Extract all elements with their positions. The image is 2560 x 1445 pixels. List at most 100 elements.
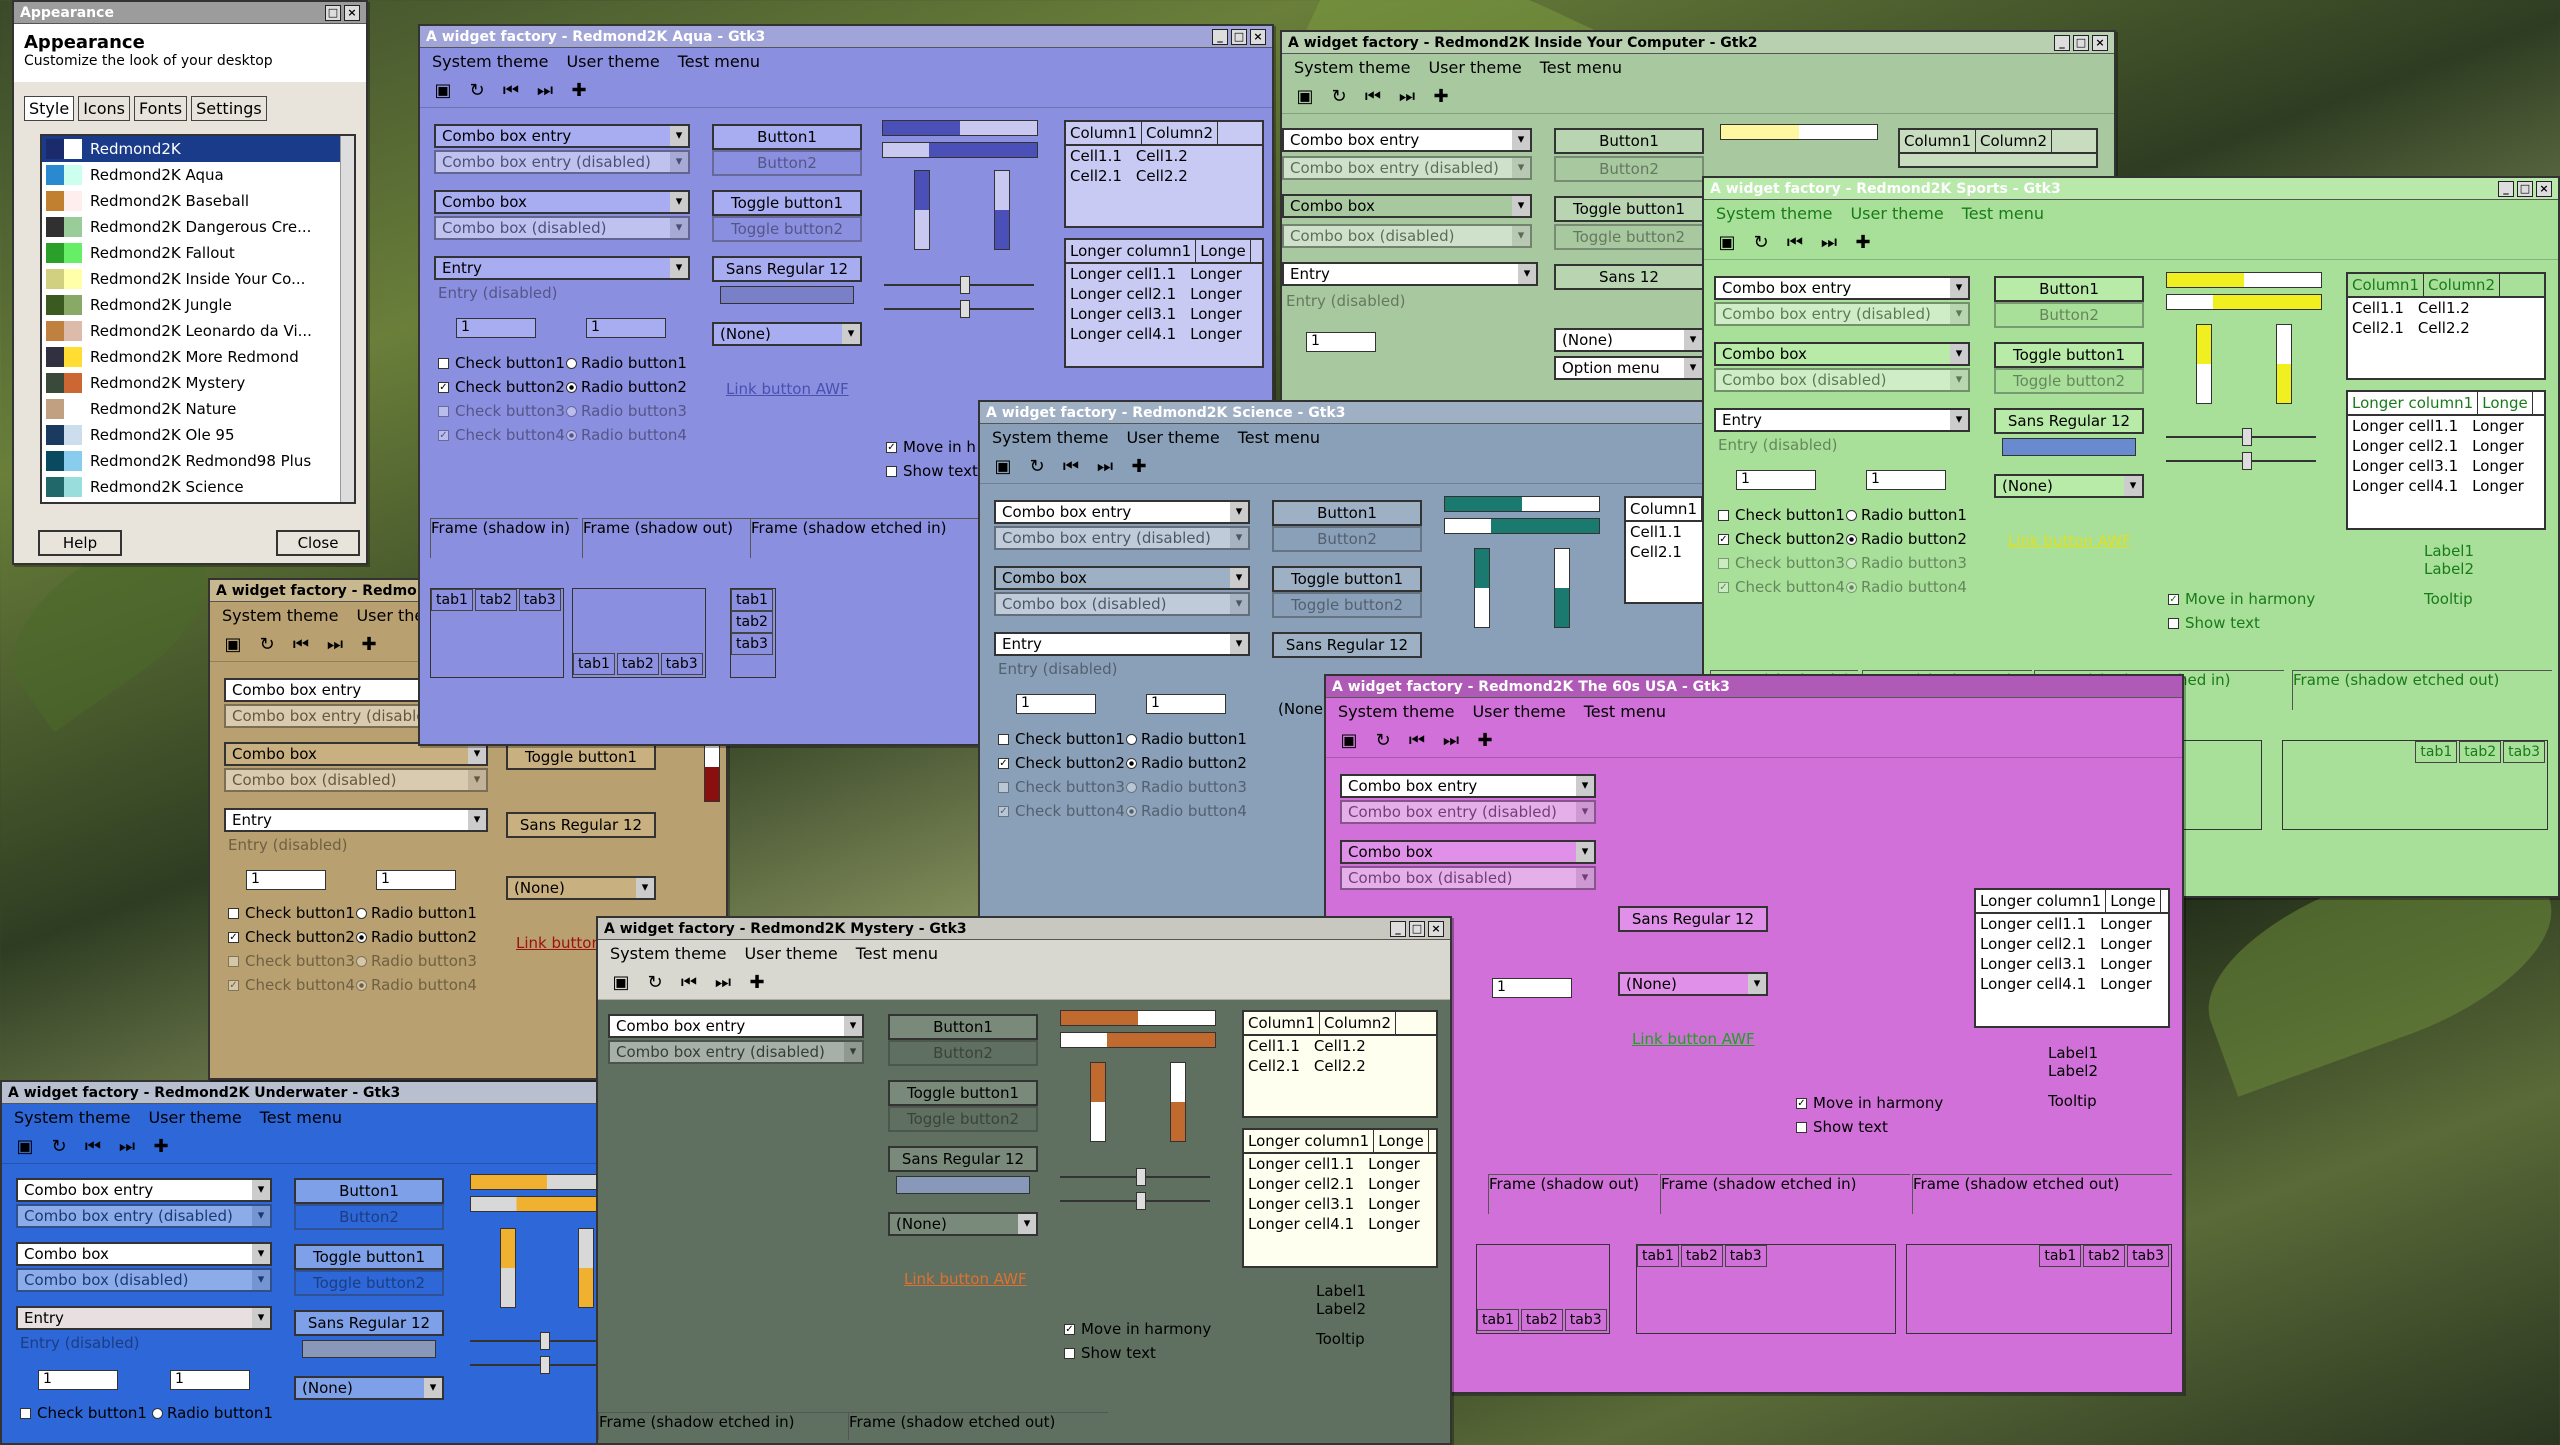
menu-system-theme[interactable]: System theme — [1338, 702, 1454, 721]
menu-system-theme[interactable]: System theme — [992, 428, 1108, 447]
spin-2[interactable]: 1 — [170, 1370, 250, 1390]
notebook-4[interactable]: tab1 tab2 tab3 — [1906, 1244, 2172, 1334]
add-icon[interactable]: ✚ — [1126, 454, 1152, 480]
menu-user-theme[interactable]: User theme — [148, 1108, 241, 1127]
font-button[interactable]: Sans Regular 12 — [712, 256, 862, 282]
combo-entry[interactable]: Combo box entry — [994, 500, 1250, 524]
check-button1[interactable]: Check button1 — [1718, 506, 1845, 524]
theme-item[interactable]: Redmond2K Redmond98 Plus — [42, 448, 354, 474]
close-button[interactable]: × — [2092, 34, 2108, 51]
combo-entry[interactable]: Combo box entry — [1282, 128, 1532, 152]
hslider-1[interactable] — [1060, 1168, 1210, 1186]
show-text[interactable]: Show text — [2168, 614, 2260, 632]
notebook-4[interactable]: tab1 tab2 tab3 — [2282, 740, 2548, 830]
link-button[interactable]: Link button AWF — [904, 1270, 1027, 1288]
link-button[interactable]: Link button AWF — [726, 380, 849, 398]
tree-view-long[interactable]: Longer column1Longe Longer cell1.1Longer… — [1064, 238, 1264, 368]
maximize-button[interactable]: □ — [1409, 920, 1425, 937]
menu-system-theme[interactable]: System theme — [610, 944, 726, 963]
button1[interactable]: Button1 — [1994, 276, 2144, 302]
spin-1[interactable]: 1 — [38, 1370, 118, 1390]
first-icon[interactable]: ⏮ — [288, 632, 314, 658]
file-chooser[interactable]: (None) — [888, 1212, 1038, 1236]
theme-item[interactable]: Redmond2K Fallout — [42, 240, 354, 266]
menu-test[interactable]: Test menu — [260, 1108, 342, 1127]
menu-user-theme[interactable]: User theme — [566, 52, 659, 71]
radio-button1[interactable]: Radio button1 — [566, 354, 687, 372]
theme-item[interactable]: Redmond2K Inside Your Co... — [42, 266, 354, 292]
refresh-icon[interactable]: ↻ — [1748, 230, 1774, 256]
check-button1[interactable]: Check button1 — [998, 730, 1125, 748]
menu-user-theme[interactable]: User theme — [744, 944, 837, 963]
check-button2[interactable]: ✓ Check button2 — [1718, 530, 1845, 548]
maximize-button[interactable]: □ — [1231, 28, 1247, 45]
add-icon[interactable]: ✚ — [566, 78, 592, 104]
combo-box[interactable]: Combo box — [434, 190, 690, 214]
theme-item[interactable]: Redmond2K Dangerous Cre... — [42, 214, 354, 240]
first-icon[interactable]: ⏮ — [1404, 728, 1430, 754]
spin-1[interactable]: 1 — [1736, 470, 1816, 490]
last-icon[interactable]: ⏭ — [322, 632, 348, 658]
last-icon[interactable]: ⏭ — [1816, 230, 1842, 256]
theme-item[interactable]: Redmond2K Baseball — [42, 188, 354, 214]
close-button[interactable]: × — [2536, 180, 2552, 197]
tree-view[interactable]: Column1Column2 Cell1.1Cell1.2 Cell2.1Cel… — [2346, 272, 2546, 380]
check-button2[interactable]: ✓ Check button2 — [998, 754, 1125, 772]
tab-fonts[interactable]: Fonts — [133, 96, 188, 121]
close-button[interactable]: × — [1428, 920, 1444, 937]
toggle-button1[interactable]: Toggle button1 — [1272, 566, 1422, 592]
save-icon[interactable]: ▣ — [12, 1134, 38, 1160]
help-button[interactable]: Help — [38, 530, 122, 556]
button1[interactable]: Button1 — [294, 1178, 444, 1204]
spin-1[interactable]: 1 — [1016, 694, 1096, 714]
save-icon[interactable]: ▣ — [220, 632, 246, 658]
maximize-button[interactable]: □ — [325, 4, 341, 21]
save-icon[interactable]: ▣ — [990, 454, 1016, 480]
color-button[interactable] — [720, 286, 854, 304]
toggle-button1[interactable]: Toggle button1 — [888, 1080, 1038, 1106]
radio-button2[interactable]: Radio button2 — [356, 928, 477, 946]
button1[interactable]: Button1 — [1272, 500, 1422, 526]
tree-view-long[interactable]: Longer column1Longe Longer cell1.1Longer… — [2346, 390, 2546, 530]
refresh-icon[interactable]: ↻ — [464, 78, 490, 104]
hslider-2[interactable] — [2166, 452, 2316, 470]
menu-test[interactable]: Test menu — [1962, 204, 2044, 223]
move-in-harmony[interactable]: ✓ Move in harmony — [1064, 1320, 1211, 1338]
spin-1[interactable]: 1 — [1306, 332, 1376, 352]
entry[interactable]: Entry — [434, 256, 690, 280]
toggle-button1[interactable]: Toggle button1 — [1994, 342, 2144, 368]
option-menu[interactable]: Option menu — [1554, 356, 1704, 380]
theme-item[interactable]: Redmond2K Ole 95 — [42, 422, 354, 448]
file-chooser[interactable]: (None) — [294, 1376, 444, 1400]
minimize-button[interactable]: _ — [2054, 34, 2070, 51]
toggle-button1[interactable]: Toggle button1 — [712, 190, 862, 216]
show-text[interactable]: Show text — [1796, 1118, 1888, 1136]
close-button[interactable]: × — [1250, 28, 1266, 45]
combo-box[interactable]: Combo box — [1714, 342, 1970, 366]
tab-style[interactable]: Style — [24, 96, 75, 121]
maximize-button[interactable]: □ — [2073, 34, 2089, 51]
last-icon[interactable]: ⏭ — [114, 1134, 140, 1160]
hslider-1[interactable] — [884, 276, 1034, 294]
font-button[interactable]: Sans Regular 12 — [506, 812, 656, 838]
spin-2[interactable]: 1 — [1146, 694, 1226, 714]
last-icon[interactable]: ⏭ — [1092, 454, 1118, 480]
first-icon[interactable]: ⏮ — [1058, 454, 1084, 480]
theme-item[interactable]: Redmond2K Aqua — [42, 162, 354, 188]
radio-button1[interactable]: Radio button1 — [1846, 506, 1967, 524]
menu-system-theme[interactable]: System theme — [1294, 58, 1410, 77]
combo-entry[interactable]: Combo box entry — [1714, 276, 1970, 300]
move-in-harmony[interactable]: ✓ Move in h — [886, 438, 976, 456]
combo-entry[interactable]: Combo box entry — [16, 1178, 272, 1202]
combo-box[interactable]: Combo box — [16, 1242, 272, 1266]
entry[interactable]: Entry — [224, 808, 488, 832]
menu-system-theme[interactable]: System theme — [222, 606, 338, 625]
theme-item[interactable]: Redmond2K Mystery — [42, 370, 354, 396]
theme-item[interactable]: Redmond2K Science — [42, 474, 354, 500]
menu-user-theme[interactable]: User theme — [1428, 58, 1521, 77]
minimize-button[interactable]: _ — [2498, 180, 2514, 197]
theme-list[interactable]: Redmond2K Redmond2K Aqua Redmond2K Basebal… — [40, 134, 356, 504]
font-button[interactable]: Sans Regular 12 — [1618, 906, 1768, 932]
tree-view[interactable]: Column1 Column2 — [1898, 128, 2098, 168]
entry[interactable]: Entry — [1282, 262, 1538, 286]
